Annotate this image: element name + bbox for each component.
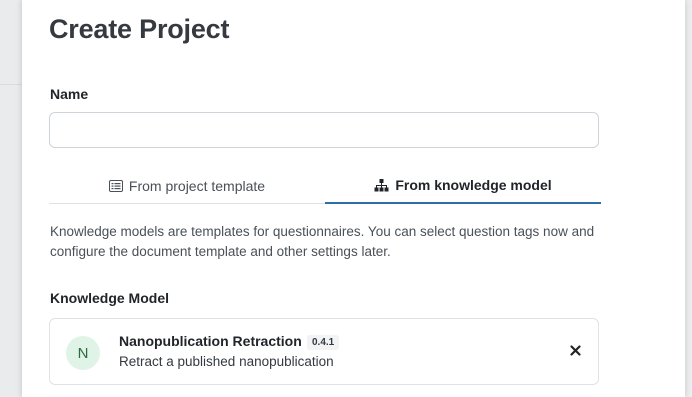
knowledge-model-description-text: Retract a published nanopublication (119, 354, 334, 369)
name-label: Name (50, 86, 89, 102)
version-badge: 0.4.1 (307, 335, 340, 350)
sitemap-icon (374, 178, 389, 192)
tab-label: From project template (128, 177, 266, 194)
tab-label: From knowledge model (395, 177, 552, 193)
list-icon (108, 179, 123, 192)
project-source-tabs: From project template From knowledge mod… (49, 168, 601, 204)
project-name-input[interactable] (49, 112, 599, 148)
knowledge-model-description: Knowledge models are templates for quest… (50, 224, 595, 259)
backdrop-divider (0, 84, 22, 85)
knowledge-model-name: Nanopublication Retraction (119, 333, 302, 349)
tab-from-project-template[interactable]: From project template (49, 168, 325, 203)
knowledge-model-label: Knowledge Model (50, 290, 169, 306)
create-project-modal: Create Project Name From project templat… (22, 0, 685, 397)
modal-title: Create Project (49, 14, 230, 44)
remove-knowledge-model-button[interactable] (566, 343, 584, 361)
close-icon (569, 343, 581, 361)
selected-knowledge-model-card[interactable]: N Nanopublication Retraction 0.4.1 Retra… (49, 318, 599, 385)
avatar: N (66, 336, 100, 370)
backdrop-left-strip (0, 0, 22, 397)
tab-from-knowledge-model[interactable]: From knowledge model (325, 168, 601, 204)
